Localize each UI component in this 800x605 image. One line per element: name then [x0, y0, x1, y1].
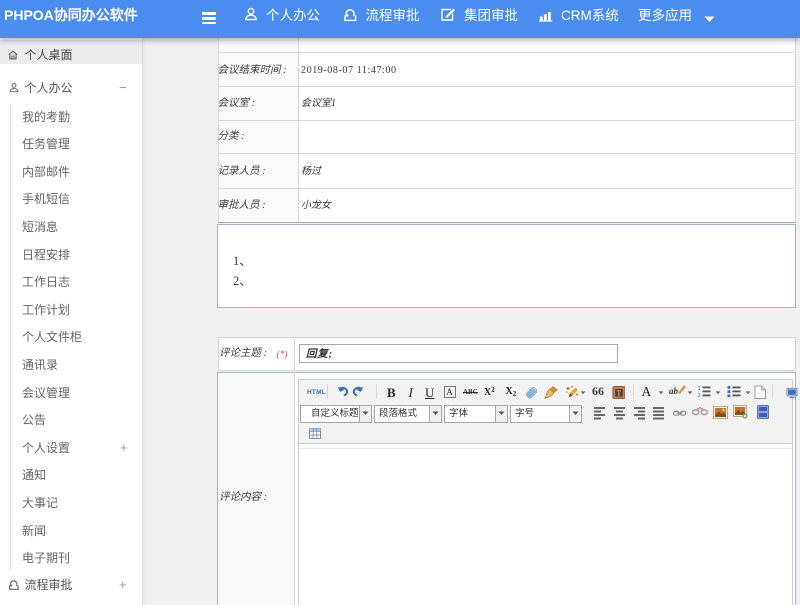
svg-text:T: T: [616, 389, 621, 397]
svg-text:1: 1: [698, 386, 701, 392]
svg-text:2: 2: [698, 393, 701, 398]
